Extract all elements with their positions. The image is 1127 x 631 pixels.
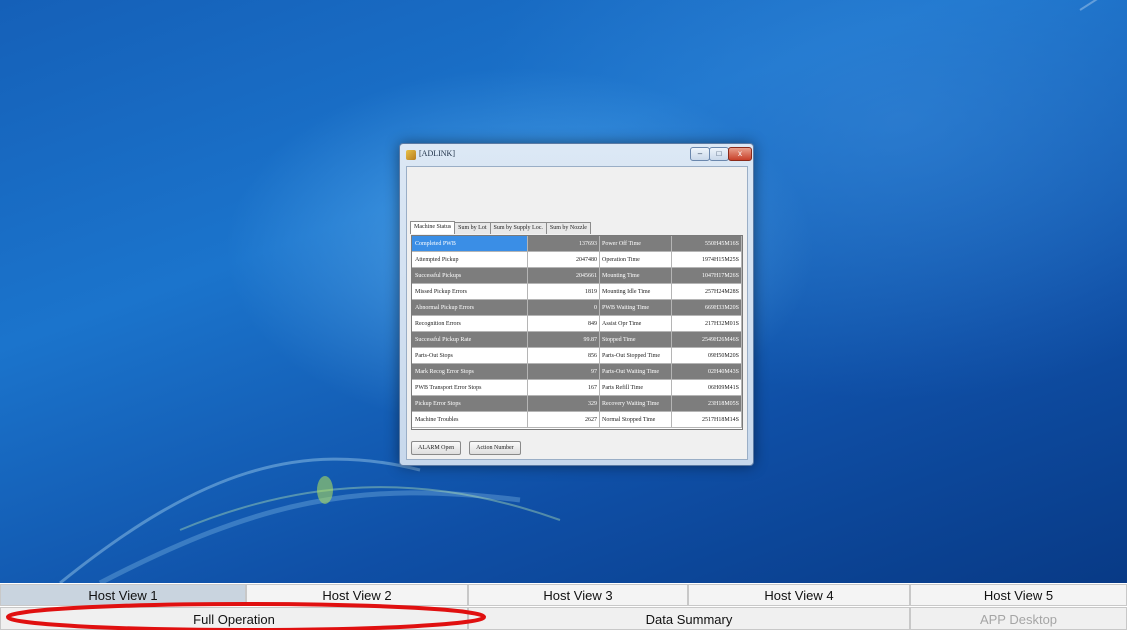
tab-sum-by-lot[interactable]: Sum by Lot — [454, 222, 491, 234]
row-value: 849 — [528, 316, 600, 332]
host-view-3-button[interactable]: Host View 3 — [468, 584, 688, 606]
minimize-icon: – — [697, 149, 703, 158]
row-value-2: 02H40M43S — [672, 364, 742, 380]
row-label: Successful Pickups — [412, 268, 528, 284]
app-icon — [406, 150, 416, 160]
close-button[interactable]: x — [728, 147, 752, 161]
row-label: Abnormal Pickup Errors — [412, 300, 528, 316]
window-footer: ALARM Open Action Number — [411, 441, 521, 455]
window-client-area: Machine Status Sum by Lot Sum by Supply … — [406, 166, 748, 460]
close-icon: x — [738, 149, 742, 158]
row-value-2: 257H24M28S — [672, 284, 742, 300]
row-label-2: Power Off Time — [600, 236, 672, 252]
row-label: Mark Recog Error Stops — [412, 364, 528, 380]
host-view-4-button[interactable]: Host View 4 — [688, 584, 910, 606]
table-row[interactable]: Machine Troubles 2627 Normal Stopped Time 2… — [412, 412, 742, 428]
row-label: Recognition Errors — [412, 316, 528, 332]
table-row[interactable]: Completed PWB 137693 Power Off Time 550H45M… — [412, 236, 742, 252]
row-label: PWB Transport Error Stops — [412, 380, 528, 396]
table-row[interactable]: Attempted Pickup 2047480 Operation Time 197… — [412, 252, 742, 268]
tab-strip: Machine Status Sum by Lot Sum by Supply … — [410, 221, 591, 234]
row-value: 2045661 — [528, 268, 600, 284]
row-value: 2627 — [528, 412, 600, 428]
maximize-icon: □ — [716, 149, 722, 158]
row-label-2: Parts-Out Waiting Time — [600, 364, 672, 380]
row-label-2: Stopped Time — [600, 332, 672, 348]
logo-glow — [317, 476, 333, 504]
table-row[interactable]: Parts-Out Stops 856 Parts-Out Stopped Time… — [412, 348, 742, 364]
row-label-2: Mounting Time — [600, 268, 672, 284]
row-value-2: 2549H26M46S — [672, 332, 742, 348]
row-value-2: 1974H15M25S — [672, 252, 742, 268]
row-label: Pickup Error Stops — [412, 396, 528, 412]
row-label: Missed Pickup Errors — [412, 284, 528, 300]
row-label: Attempted Pickup — [412, 252, 528, 268]
row-value-2: 2517H18M14S — [672, 412, 742, 428]
table-row[interactable]: PWB Transport Error Stops 167 Parts Refill… — [412, 380, 742, 396]
row-label-2: Assist Opr Time — [600, 316, 672, 332]
tab-sum-by-supply-loc[interactable]: Sum by Supply Loc. — [489, 222, 547, 234]
minimize-button[interactable]: – — [690, 147, 710, 161]
row-label-2: Parts Refill Time — [600, 380, 672, 396]
tab-sum-by-nozzle[interactable]: Sum by Nozzle — [545, 222, 591, 234]
row-label: Successful Pickup Rate — [412, 332, 528, 348]
row-value: 1819 — [528, 284, 600, 300]
row-label-2: Parts-Out Stopped Time — [600, 348, 672, 364]
adlink-window[interactable]: [ADLINK] – □ x Machine Status Sum by Lot… — [399, 143, 754, 466]
host-view-1-button[interactable]: Host View 1 — [0, 584, 246, 606]
machine-status-grid[interactable]: Completed PWB 137693 Power Off Time 550H45M… — [411, 235, 743, 430]
table-row[interactable]: Missed Pickup Errors 1819 Mounting Idle Ti… — [412, 284, 742, 300]
row-value: 329 — [528, 396, 600, 412]
host-view-2-button[interactable]: Host View 2 — [246, 584, 468, 606]
data-summary-button[interactable]: Data Summary — [468, 607, 910, 630]
table-row[interactable]: Pickup Error Stops 329 Recovery Waiting Ti… — [412, 396, 742, 412]
table-row[interactable]: Abnormal Pickup Errors 0 PWB Waiting Time 6… — [412, 300, 742, 316]
row-value-2: 06H09M41S — [672, 380, 742, 396]
table-row[interactable]: Mark Recog Error Stops 97 Parts-Out Waitin… — [412, 364, 742, 380]
row-label-2: Mounting Idle Time — [600, 284, 672, 300]
row-label-2: Operation Time — [600, 252, 672, 268]
row-value-2: 669H33M20S — [672, 300, 742, 316]
row-label: Parts-Out Stops — [412, 348, 528, 364]
window-title: [ADLINK] — [419, 149, 455, 158]
row-value-2: 550H45M16S — [672, 236, 742, 252]
window-titlebar[interactable]: [ADLINK] – □ x — [400, 144, 753, 166]
row-value: 2047480 — [528, 252, 600, 268]
row-label: Completed PWB — [412, 236, 528, 252]
table-row[interactable]: Successful Pickups 2045661 Mounting Time 10… — [412, 268, 742, 284]
row-value-2: 217H32M01S — [672, 316, 742, 332]
table-row[interactable]: Recognition Errors 849 Assist Opr Time 217H… — [412, 316, 742, 332]
row-value: 97 — [528, 364, 600, 380]
row-label-2: PWB Waiting Time — [600, 300, 672, 316]
row-value: 856 — [528, 348, 600, 364]
maximize-button[interactable]: □ — [709, 147, 729, 161]
row-value-2: 23H18M05S — [672, 396, 742, 412]
row-label-2: Normal Stopped Time — [600, 412, 672, 428]
row-value: 167 — [528, 380, 600, 396]
host-view-5-button[interactable]: Host View 5 — [910, 584, 1127, 606]
tab-machine-status[interactable]: Machine Status — [410, 221, 456, 234]
action-number-button[interactable]: Action Number — [469, 441, 521, 455]
row-value-2: 1047H17M26S — [672, 268, 742, 284]
row-label-2: Recovery Waiting Time — [600, 396, 672, 412]
full-operation-button[interactable]: Full Operation — [0, 607, 468, 630]
table-row[interactable]: Successful Pickup Rate 99.87 Stopped Time 2… — [412, 332, 742, 348]
row-value: 137693 — [528, 236, 600, 252]
row-value-2: 09H50M20S — [672, 348, 742, 364]
row-value: 99.87 — [528, 332, 600, 348]
row-value: 0 — [528, 300, 600, 316]
app-desktop-button[interactable]: APP Desktop — [910, 607, 1127, 630]
row-label: Machine Troubles — [412, 412, 528, 428]
alarm-open-button[interactable]: ALARM Open — [411, 441, 462, 455]
